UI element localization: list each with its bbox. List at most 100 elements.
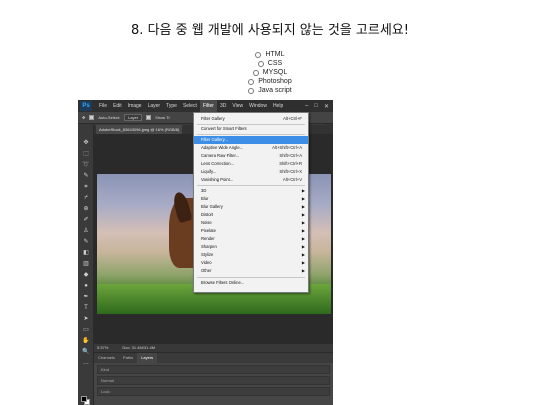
- radio-button[interactable]: [252, 69, 259, 76]
- quick-select-tool-icon[interactable]: ✎: [82, 173, 90, 179]
- menu-item-3d[interactable]: 3D ▶: [194, 187, 308, 195]
- menu-item-blur-gallery[interactable]: Blur Gallery ▶: [194, 203, 308, 211]
- menu-item-filter-gallery-last[interactable]: Filter Gallery Alt+Ctrl+F: [194, 115, 308, 123]
- menu-item-lens-correction[interactable]: Lens Correction... Shift+Ctrl+R: [194, 160, 308, 168]
- auto-select-checkbox[interactable]: [89, 115, 95, 120]
- layer-filter-row[interactable]: Kind: [97, 365, 330, 374]
- menu-select[interactable]: Select: [180, 100, 200, 112]
- window-controls: – □ ✕: [305, 103, 333, 110]
- foreground-color-swatch[interactable]: [81, 396, 87, 402]
- auto-select-dropdown[interactable]: Layer: [124, 114, 143, 121]
- menu-item-distort[interactable]: Distort ▶: [194, 211, 308, 219]
- menu-3d[interactable]: 3D: [217, 100, 229, 112]
- menu-separator: [197, 134, 305, 135]
- menu-bar: Ps File Edit Image Layer Type Select Fil…: [78, 100, 333, 112]
- shape-tool-icon[interactable]: ▭: [82, 327, 90, 333]
- option-html[interactable]: HTML: [0, 50, 540, 59]
- tab-layers[interactable]: Layers: [137, 353, 158, 363]
- move-tool-icon[interactable]: ✥: [82, 115, 85, 120]
- photoshop-screenshot: Ps File Edit Image Layer Type Select Fil…: [78, 100, 333, 405]
- menu-item-pixelate[interactable]: Pixelate ▶: [194, 227, 308, 235]
- blend-mode-row[interactable]: Normal: [97, 376, 330, 385]
- panel-tabs: Channels Paths Layers: [94, 353, 333, 363]
- blur-tool-icon[interactable]: ◆: [82, 272, 90, 278]
- doc-size: Doc: 31.4M/31.4M: [122, 345, 156, 350]
- submenu-arrow-icon: ▶: [301, 236, 305, 241]
- option-javascript[interactable]: Java script: [0, 86, 540, 95]
- menu-edit[interactable]: Edit: [110, 100, 125, 112]
- move-tool-icon[interactable]: ✥: [82, 140, 90, 146]
- submenu-arrow-icon: ▶: [301, 268, 305, 273]
- maximize-icon[interactable]: □: [314, 103, 318, 110]
- minimize-icon[interactable]: –: [305, 103, 308, 110]
- menu-item-sharpen[interactable]: Sharpen ▶: [194, 243, 308, 251]
- eraser-tool-icon[interactable]: ◧: [82, 250, 90, 256]
- close-icon[interactable]: ✕: [324, 103, 329, 110]
- menu-layer[interactable]: Layer: [145, 100, 164, 112]
- eyedropper-tool-icon[interactable]: ⌿: [82, 195, 90, 201]
- tab-paths[interactable]: Paths: [119, 353, 137, 363]
- dodge-tool-icon[interactable]: ●: [82, 283, 90, 289]
- lasso-tool-icon[interactable]: ➰: [82, 162, 90, 168]
- healing-tool-icon[interactable]: ⊕: [82, 206, 90, 212]
- more-tools-icon[interactable]: …: [82, 360, 90, 366]
- menu-separator: [197, 277, 305, 278]
- type-tool-icon[interactable]: T: [82, 305, 90, 311]
- menu-item-filter-gallery[interactable]: Filter Gallery...: [194, 136, 308, 144]
- document-tab[interactable]: AdobeStock_83643096.jpeg @ 16% (RGB/8): [96, 125, 183, 134]
- option-photoshop[interactable]: Photoshop: [0, 77, 540, 86]
- brush-tool-icon[interactable]: ✐: [82, 217, 90, 223]
- show-transform-label: Show Tr: [155, 115, 170, 120]
- menu-filter[interactable]: Filter: [199, 100, 217, 112]
- submenu-arrow-icon: ▶: [301, 244, 305, 249]
- zoom-tool-icon[interactable]: 🔍: [82, 349, 90, 355]
- menu-file[interactable]: File: [96, 100, 110, 112]
- menu-view[interactable]: View: [229, 100, 246, 112]
- auto-select-label: Auto-Select:: [98, 115, 121, 120]
- photoshop-logo: Ps: [80, 101, 92, 111]
- menu-item-video[interactable]: Video ▶: [194, 259, 308, 267]
- menu-item-convert-smart-filters[interactable]: Convert for Smart Filters: [194, 125, 308, 133]
- option-css[interactable]: CSS: [0, 59, 540, 68]
- radio-button[interactable]: [257, 60, 264, 67]
- panel-collapse-icon[interactable]: [325, 124, 333, 132]
- path-select-tool-icon[interactable]: ➤: [82, 316, 90, 322]
- radio-button[interactable]: [255, 51, 262, 58]
- menu-separator: [197, 185, 305, 186]
- crop-tool-icon[interactable]: ⌗: [82, 184, 90, 190]
- menu-item-other[interactable]: Other ▶: [194, 267, 308, 275]
- submenu-arrow-icon: ▶: [301, 188, 305, 193]
- answer-options: HTML CSS MYSQL Photoshop Java script: [0, 50, 540, 95]
- show-transform-checkbox[interactable]: [146, 115, 152, 120]
- menu-item-camera-raw[interactable]: Camera Raw Filter... Shift+Ctrl+A: [194, 152, 308, 160]
- submenu-arrow-icon: ▶: [301, 212, 305, 217]
- submenu-arrow-icon: ▶: [301, 204, 305, 209]
- menu-type[interactable]: Type: [163, 100, 180, 112]
- history-brush-tool-icon[interactable]: ✎: [82, 239, 90, 245]
- menu-item-adaptive-wide-angle[interactable]: Adaptive Wide Angle... Alt+Shift+Ctrl+A: [194, 144, 308, 152]
- menu-item-liquify[interactable]: Liquify... Shift+Ctrl+X: [194, 168, 308, 176]
- menu-item-vanishing-point[interactable]: Vanishing Point... Alt+Ctrl+V: [194, 176, 308, 184]
- lock-row[interactable]: Lock:: [97, 387, 330, 396]
- menu-image[interactable]: Image: [125, 100, 145, 112]
- menu-window[interactable]: Window: [246, 100, 270, 112]
- option-mysql[interactable]: MYSQL: [0, 68, 540, 77]
- gradient-tool-icon[interactable]: ▥: [82, 261, 90, 267]
- menu-item-render[interactable]: Render ▶: [194, 235, 308, 243]
- menu-item-stylize[interactable]: Stylize ▶: [194, 251, 308, 259]
- submenu-arrow-icon: ▶: [301, 260, 305, 265]
- marquee-tool-icon[interactable]: ⬚: [82, 151, 90, 157]
- submenu-arrow-icon: ▶: [301, 252, 305, 257]
- pen-tool-icon[interactable]: ✒: [82, 294, 90, 300]
- tab-channels[interactable]: Channels: [94, 353, 119, 363]
- menu-item-blur[interactable]: Blur ▶: [194, 195, 308, 203]
- hand-tool-icon[interactable]: ✋: [82, 338, 90, 344]
- menu-item-noise[interactable]: Noise ▶: [194, 219, 308, 227]
- radio-button[interactable]: [248, 78, 255, 85]
- stamp-tool-icon[interactable]: ♙: [82, 228, 90, 234]
- submenu-arrow-icon: ▶: [301, 196, 305, 201]
- radio-button[interactable]: [248, 87, 255, 94]
- tools-panel: ✥ ⬚ ➰ ✎ ⌗ ⌿ ⊕ ✐ ♙ ✎ ◧ ▥ ◆ ● ✒ T ➤ ▭ ✋ 🔍 …: [78, 124, 94, 405]
- menu-help[interactable]: Help: [270, 100, 286, 112]
- menu-item-browse-filters[interactable]: Browse Filters Online...: [194, 279, 308, 287]
